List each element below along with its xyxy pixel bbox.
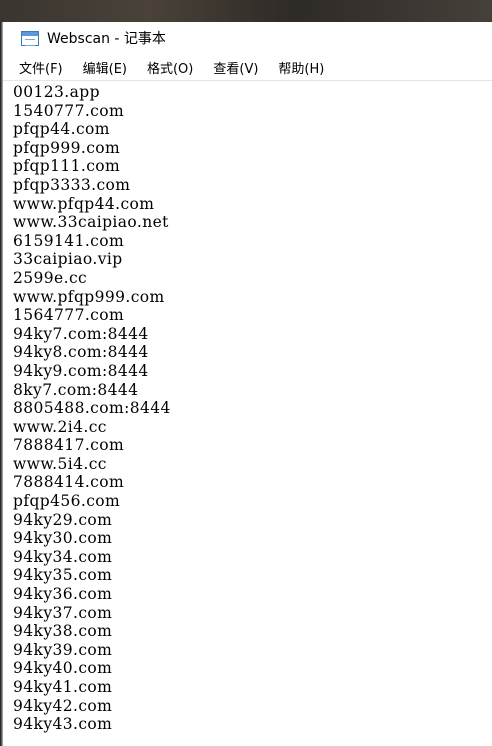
text-line: 94ky35.com bbox=[13, 566, 113, 585]
text-line: 94ky8.com:8444 bbox=[13, 343, 149, 362]
text-line: 94ky38.com bbox=[13, 622, 113, 641]
menu-help[interactable]: 帮助(H) bbox=[278, 58, 324, 77]
desktop-background bbox=[0, 0, 492, 22]
text-line: 94ky9.com:8444 bbox=[13, 361, 149, 380]
text-line: 94ky41.com bbox=[13, 678, 113, 696]
notepad-window: Webscan - 记事本 文件(F) 编辑(E) 格式(O) 查看(V) 帮助… bbox=[2, 22, 492, 746]
text-line: 2599e.cc bbox=[13, 268, 88, 287]
window-title: Webscan - 记事本 bbox=[47, 31, 166, 47]
text-line: www.2i4.cc bbox=[13, 417, 107, 436]
text-line: www.pfqp44.com bbox=[13, 194, 155, 213]
text-line: 94ky7.com:8444 bbox=[13, 324, 149, 343]
text-line: 33caipiao.vip bbox=[13, 250, 123, 269]
text-line: 8805488.com:8444 bbox=[13, 399, 171, 418]
text-line: 94ky34.com bbox=[13, 547, 113, 566]
text-line: 94ky42.com bbox=[13, 696, 113, 715]
text-line: pfqp111.com bbox=[13, 157, 121, 176]
text-line: 94ky36.com bbox=[13, 585, 113, 604]
text-line: 6159141.com bbox=[13, 231, 125, 250]
text-line: 1540777.com bbox=[13, 101, 125, 120]
text-line: 8ky7.com:8444 bbox=[13, 380, 139, 399]
text-line: 94ky29.com bbox=[13, 510, 113, 529]
title-bar[interactable]: Webscan - 记事本 bbox=[3, 22, 492, 54]
text-line: 94ky30.com bbox=[13, 529, 113, 548]
text-line: 1564777.com bbox=[13, 306, 125, 325]
text-line: pfqp456.com bbox=[13, 492, 121, 511]
menu-edit[interactable]: 编辑(E) bbox=[83, 58, 127, 77]
notepad-icon bbox=[21, 30, 39, 46]
text-line: 94ky43.com bbox=[13, 715, 113, 734]
text-editor-area[interactable]: 00123.app 1540777.com pfqp44.com pfqp999.co… bbox=[3, 80, 492, 746]
menu-file[interactable]: 文件(F) bbox=[19, 58, 63, 77]
text-line: 94ky37.com bbox=[13, 603, 113, 622]
text-line: www.pfqp999.com bbox=[13, 287, 165, 306]
text-line: www.33caipiao.net bbox=[13, 213, 169, 232]
text-line: pfqp3333.com bbox=[13, 175, 131, 194]
text-line: pfqp999.com bbox=[13, 138, 121, 157]
text-line: www.5i4.cc bbox=[13, 454, 107, 473]
text-line: 7888417.com bbox=[13, 436, 125, 455]
text-line: 94ky39.com bbox=[13, 640, 113, 659]
text-line: pfqp44.com bbox=[13, 120, 110, 139]
text-line: 00123.app bbox=[13, 83, 100, 101]
text-line: 7888414.com bbox=[13, 473, 125, 492]
menu-view[interactable]: 查看(V) bbox=[213, 58, 258, 77]
menu-format[interactable]: 格式(O) bbox=[147, 58, 193, 77]
text-line: 94ky40.com bbox=[13, 659, 113, 678]
menu-bar: 文件(F) 编辑(E) 格式(O) 查看(V) 帮助(H) bbox=[3, 54, 492, 80]
